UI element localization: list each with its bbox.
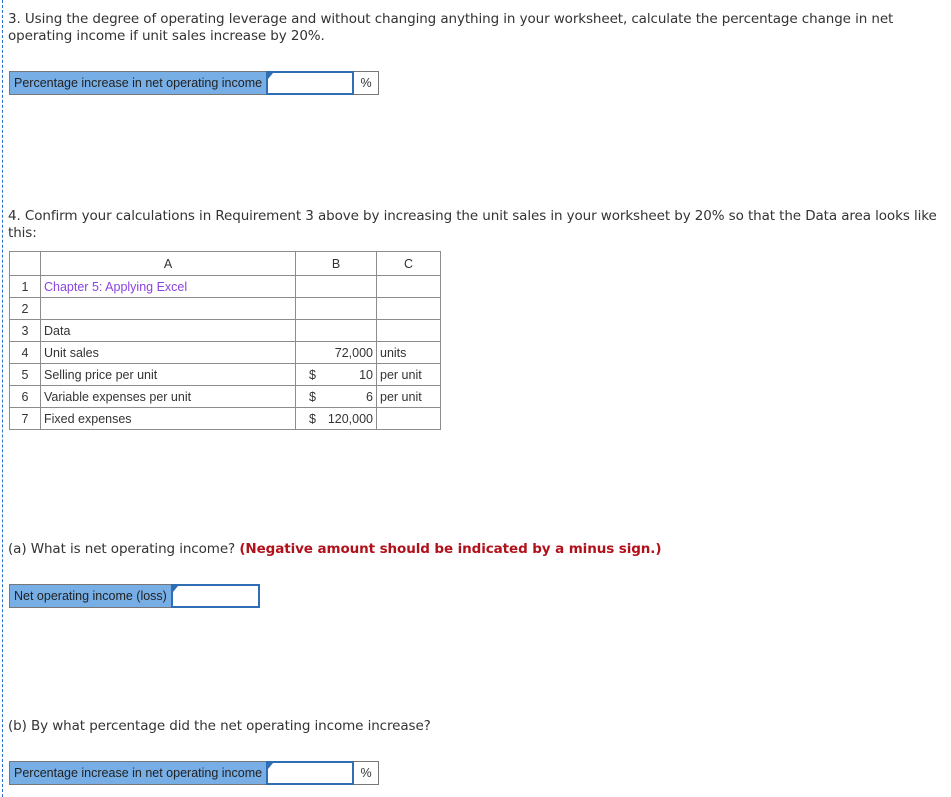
row-number: 4 — [9, 341, 41, 364]
cell-unit: units — [376, 341, 441, 364]
net-operating-income-input-wrapper[interactable] — [170, 584, 260, 608]
req3-answer-label: Percentage increase in net operating inc… — [9, 71, 267, 95]
part-b-percent-unit: % — [354, 761, 380, 785]
worksheet-data-table: A B C 1 Chapter 5: Applying Excel 2 3 Da… — [9, 251, 441, 430]
row-number: 5 — [9, 363, 41, 386]
part-a-question: (a) What is net operating income? (Negat… — [8, 541, 948, 558]
table-row: 4 Unit sales 72,000 units — [9, 341, 441, 364]
row-number: 6 — [9, 385, 41, 408]
currency-symbol: $ — [309, 367, 316, 382]
req3-percent-unit: % — [354, 71, 380, 95]
part-b-question: (b) By what percentage did the net opera… — [8, 718, 431, 734]
cell-b3 — [295, 319, 377, 342]
part-a-question-text: (a) What is net operating income? — [8, 541, 236, 557]
cell-amount: 6 — [366, 389, 373, 404]
input-flag-icon — [268, 763, 274, 769]
part-b-percentage-input-wrapper[interactable] — [266, 761, 355, 785]
currency-symbol: $ — [309, 389, 316, 404]
table-row: 5 Selling price per unit $10 per unit — [9, 363, 441, 386]
cell-label: Unit sales — [40, 341, 296, 364]
req3-answer-row: Percentage increase in net operating inc… — [9, 71, 380, 95]
part-b-answer-label: Percentage increase in net operating inc… — [9, 761, 267, 785]
sheet-title-cell: Chapter 5: Applying Excel — [40, 275, 296, 298]
table-row: 2 — [9, 297, 441, 320]
cell-value: $6 — [295, 385, 377, 408]
cell-value: $10 — [295, 363, 377, 386]
cell-c2 — [376, 297, 441, 320]
currency-symbol: $ — [309, 411, 316, 426]
part-a-answer-label: Net operating income (loss) — [9, 584, 171, 608]
cell-b2 — [295, 297, 377, 320]
cell-label: Variable expenses per unit — [40, 385, 296, 408]
left-border-rule — [2, 0, 3, 797]
column-header-b: B — [295, 251, 377, 276]
cell-unit — [376, 407, 441, 430]
cell-b1 — [295, 275, 377, 298]
cell-amount: 72,000 — [334, 345, 373, 360]
cell-a2 — [40, 297, 296, 320]
part-b-percentage-input[interactable] — [268, 763, 353, 783]
part-a-answer-row: Net operating income (loss) — [9, 584, 260, 608]
table-row: 1 Chapter 5: Applying Excel — [9, 275, 441, 298]
input-flag-icon — [268, 73, 274, 79]
cell-label: Selling price per unit — [40, 363, 296, 386]
row-number: 1 — [9, 275, 41, 298]
column-header-row: A B C — [9, 251, 441, 276]
requirement-3-text: 3. Using the degree of operating leverag… — [8, 11, 894, 44]
req3-percentage-input-wrapper[interactable] — [266, 71, 355, 95]
row-number: 3 — [9, 319, 41, 342]
column-header-a: A — [40, 251, 296, 276]
input-flag-icon — [172, 586, 178, 592]
cell-unit: per unit — [376, 385, 441, 408]
cell-amount: 120,000 — [327, 411, 373, 426]
cell-unit: per unit — [376, 363, 441, 386]
corner-cell — [9, 251, 41, 276]
table-row: 6 Variable expenses per unit $6 per unit — [9, 385, 441, 408]
cell-value: 72,000 — [295, 341, 377, 364]
row-number: 2 — [9, 297, 41, 320]
cell-label: Fixed expenses — [40, 407, 296, 430]
cell-c3 — [376, 319, 441, 342]
net-operating-income-input[interactable] — [172, 586, 258, 606]
table-row: 3 Data — [9, 319, 441, 342]
data-heading-cell: Data — [40, 319, 296, 342]
negative-amount-warning: (Negative amount should be indicated by … — [239, 541, 662, 557]
row-number: 7 — [9, 407, 41, 430]
table-row: 7 Fixed expenses $120,000 — [9, 407, 441, 430]
cell-value: $120,000 — [295, 407, 377, 430]
requirement-4-text: 4. Confirm your calculations in Requirem… — [8, 208, 937, 241]
cell-amount: 10 — [359, 367, 373, 382]
currency-symbol — [299, 346, 309, 360]
part-b-answer-row: Percentage increase in net operating inc… — [9, 761, 380, 785]
req3-percentage-input[interactable] — [268, 73, 353, 93]
cell-c1 — [376, 275, 441, 298]
column-header-c: C — [376, 251, 441, 276]
